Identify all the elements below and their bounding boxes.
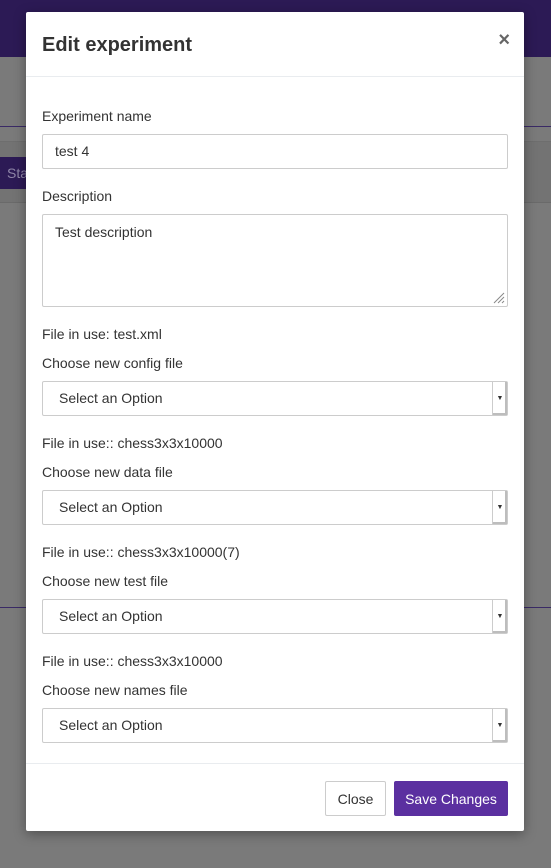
description-textarea[interactable]: Test description	[42, 214, 508, 307]
experiment-name-input[interactable]: test 4	[42, 134, 508, 169]
chevron-down-icon[interactable]: ▼	[492, 382, 507, 415]
chevron-down-icon[interactable]: ▼	[492, 600, 507, 633]
names-file-select[interactable]: Select an Option ▼	[42, 708, 508, 743]
description-text: Test description	[55, 224, 153, 240]
chevron-down-icon[interactable]: ▼	[492, 709, 507, 742]
resize-grip-icon[interactable]	[493, 292, 505, 304]
close-button[interactable]: Close	[325, 781, 386, 816]
description-label: Description	[42, 188, 113, 204]
modal-title: Edit experiment	[42, 34, 193, 56]
modal-footer: Close Save Changes	[26, 763, 524, 831]
config-file-in-use: File in use: test.xml	[42, 326, 162, 342]
test-file-in-use: File in use:: chess3x3x10000(7)	[42, 544, 240, 560]
test-file-select[interactable]: Select an Option ▼	[42, 599, 508, 634]
data-file-in-use: File in use:: chess3x3x10000	[42, 435, 223, 451]
close-icon[interactable]: ×	[498, 28, 510, 52]
test-file-selected: Select an Option	[59, 608, 163, 624]
experiment-name-label: Experiment name	[42, 108, 152, 124]
config-file-selected: Select an Option	[59, 390, 163, 406]
edit-experiment-modal: Edit experiment × Experiment name test 4…	[26, 12, 524, 831]
data-file-label: Choose new data file	[42, 464, 173, 480]
save-changes-button[interactable]: Save Changes	[394, 781, 508, 816]
names-file-label: Choose new names file	[42, 682, 188, 698]
modal-header: Edit experiment ×	[26, 12, 524, 77]
config-file-select[interactable]: Select an Option ▼	[42, 381, 508, 416]
names-file-selected: Select an Option	[59, 717, 163, 733]
test-file-label: Choose new test file	[42, 573, 169, 589]
chevron-down-icon[interactable]: ▼	[492, 491, 507, 524]
config-file-label: Choose new config file	[42, 355, 183, 371]
data-file-select[interactable]: Select an Option ▼	[42, 490, 508, 525]
names-file-in-use: File in use:: chess3x3x10000	[42, 653, 223, 669]
data-file-selected: Select an Option	[59, 499, 163, 515]
